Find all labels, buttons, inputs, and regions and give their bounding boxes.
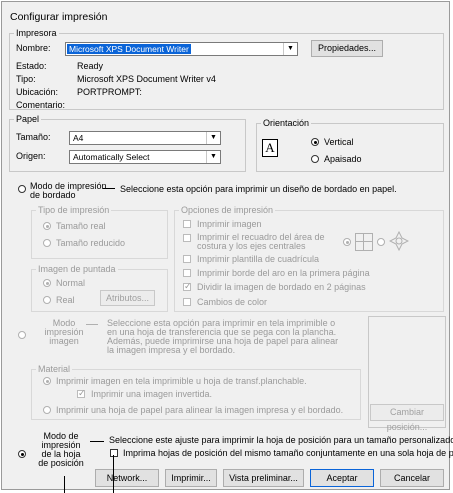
printer-name-select[interactable]: Microsoft XPS Document Writer ▼: [65, 42, 298, 56]
vertical-radio[interactable]: [311, 138, 319, 146]
embroidery-mode-label[interactable]: Modo de impresión de bordado: [30, 182, 110, 200]
status-label: Estado:: [16, 61, 47, 71]
change-position-button[interactable]: Cambiar posición...: [370, 404, 444, 432]
type-label: Tipo:: [16, 74, 36, 84]
reduced-size-label[interactable]: Tamaño reducido: [56, 238, 125, 248]
landscape-label[interactable]: Apaisado: [324, 154, 362, 164]
vertical-label[interactable]: Vertical: [324, 137, 354, 147]
print-type-legend: Tipo de impresión: [38, 205, 110, 215]
cancel-button[interactable]: Cancelar: [380, 469, 444, 487]
chevron-down-icon: ▼: [206, 132, 220, 144]
printer-name-value: Microsoft XPS Document Writer: [67, 44, 191, 54]
position-sheet-mode-label[interactable]: Modo de impresión de la hoja de posición: [30, 432, 92, 468]
split-pages-checkbox[interactable]: [183, 281, 192, 292]
embroidery-description: Seleccione esta opción para imprimir un …: [120, 184, 397, 194]
same-size-checkbox[interactable]: [110, 449, 118, 457]
stitch-image-legend: Imagen de puntada: [38, 264, 116, 274]
color-changes-label[interactable]: Cambios de color: [197, 297, 267, 307]
grid-layout-icon: [355, 233, 373, 251]
stitch-real-label[interactable]: Real: [56, 295, 75, 305]
real-size-radio[interactable]: [43, 222, 51, 230]
location-value: PORTPROMPT:: [77, 87, 142, 97]
same-size-label[interactable]: Imprima hojas de posición del mismo tama…: [123, 448, 453, 458]
orientation-legend: Orientación: [263, 118, 310, 128]
stitch-normal-radio[interactable]: [43, 279, 51, 287]
position-sheet-mode-radio[interactable]: [18, 450, 26, 458]
status-value: Ready: [77, 61, 104, 71]
paper-source-value: Automatically Select: [73, 152, 150, 162]
reduced-size-radio[interactable]: [43, 239, 51, 247]
embroidery-mode-radio[interactable]: [18, 185, 26, 193]
color-changes-checkbox[interactable]: [183, 298, 191, 306]
marker-line: [113, 455, 114, 493]
print-type-group: Tipo de impresión: [31, 206, 168, 259]
paper-size-select[interactable]: A4 ▼: [69, 131, 221, 145]
invert-image-label[interactable]: Imprimir una imagen invertida.: [91, 389, 212, 399]
print-image-label[interactable]: Imprimir imagen: [197, 219, 262, 229]
properties-button[interactable]: Propiedades...: [311, 40, 383, 57]
embroidery-divider: [103, 188, 115, 189]
size-label: Tamaño:: [16, 132, 51, 142]
landscape-radio[interactable]: [311, 155, 319, 163]
network-button[interactable]: Network...: [95, 469, 159, 487]
print-hoop-label[interactable]: Imprimir borde del aro en la primera pág…: [197, 268, 370, 278]
location-label: Ubicación:: [16, 87, 59, 97]
compass-layout-radio[interactable]: [377, 238, 385, 246]
paper-size-value: A4: [73, 133, 84, 143]
printable-fabric-radio[interactable]: [43, 377, 51, 385]
alignment-sheet-radio[interactable]: [43, 406, 51, 414]
stitch-real-radio[interactable]: [43, 296, 51, 304]
print-options-legend: Opciones de impresión: [181, 205, 274, 215]
paper-legend: Papel: [16, 114, 40, 124]
material-legend: Material: [38, 364, 71, 374]
comment-label: Comentario:: [16, 100, 66, 110]
paper-source-select[interactable]: Automatically Select ▼: [69, 150, 221, 164]
print-grid-label[interactable]: Imprimir plantilla de cuadrícula: [197, 254, 319, 264]
source-label: Origen:: [16, 151, 46, 161]
portrait-a-icon: A: [262, 139, 278, 157]
grid-layout-radio[interactable]: [343, 238, 351, 246]
real-size-label[interactable]: Tamaño real: [56, 221, 106, 231]
chevron-down-icon: ▼: [206, 151, 220, 163]
position-mode-description: Seleccione este ajuste para imprimir la …: [109, 435, 453, 445]
preview-button[interactable]: Vista preliminar...: [223, 469, 304, 487]
printer-name-label: Nombre:: [16, 43, 51, 53]
alignment-sheet-label[interactable]: Imprimir una hoja de papel para alinear …: [56, 405, 343, 415]
position-mode-divider: [90, 441, 104, 442]
type-value: Microsoft XPS Document Writer v4: [77, 74, 216, 84]
attributes-button[interactable]: Atributos...: [100, 290, 155, 306]
invert-image-checkbox[interactable]: [77, 388, 86, 399]
printer-legend: Impresora: [16, 28, 57, 38]
image-mode-label[interactable]: Modo impresión imagen: [34, 319, 94, 346]
chevron-down-icon: ▼: [283, 43, 297, 55]
print-frame-checkbox[interactable]: [183, 234, 191, 242]
print-setup-dialog: Configurar impresión Impresora Nombre: M…: [1, 1, 453, 490]
print-hoop-checkbox[interactable]: [183, 269, 191, 277]
printable-fabric-label[interactable]: Imprimir imagen en tela imprimible u hoj…: [56, 376, 307, 386]
dialog-title: Configurar impresión: [10, 11, 108, 23]
image-mode-divider: [86, 324, 98, 325]
print-image-checkbox[interactable]: [183, 220, 191, 228]
split-pages-label[interactable]: Dividir la imagen de bordado en 2 página…: [197, 282, 366, 292]
accept-button[interactable]: Aceptar: [310, 469, 374, 487]
print-frame-label[interactable]: Imprimir el recuadro del área de costura…: [197, 233, 347, 251]
marker-line: [64, 476, 65, 493]
image-mode-description: Seleccione esta opción para imprimir en …: [107, 318, 339, 355]
print-grid-checkbox[interactable]: [183, 255, 191, 263]
stitch-normal-label[interactable]: Normal: [56, 278, 85, 288]
compass-layout-icon: [388, 230, 410, 252]
image-mode-radio[interactable]: [18, 331, 26, 339]
print-button[interactable]: Imprimir...: [165, 469, 217, 487]
